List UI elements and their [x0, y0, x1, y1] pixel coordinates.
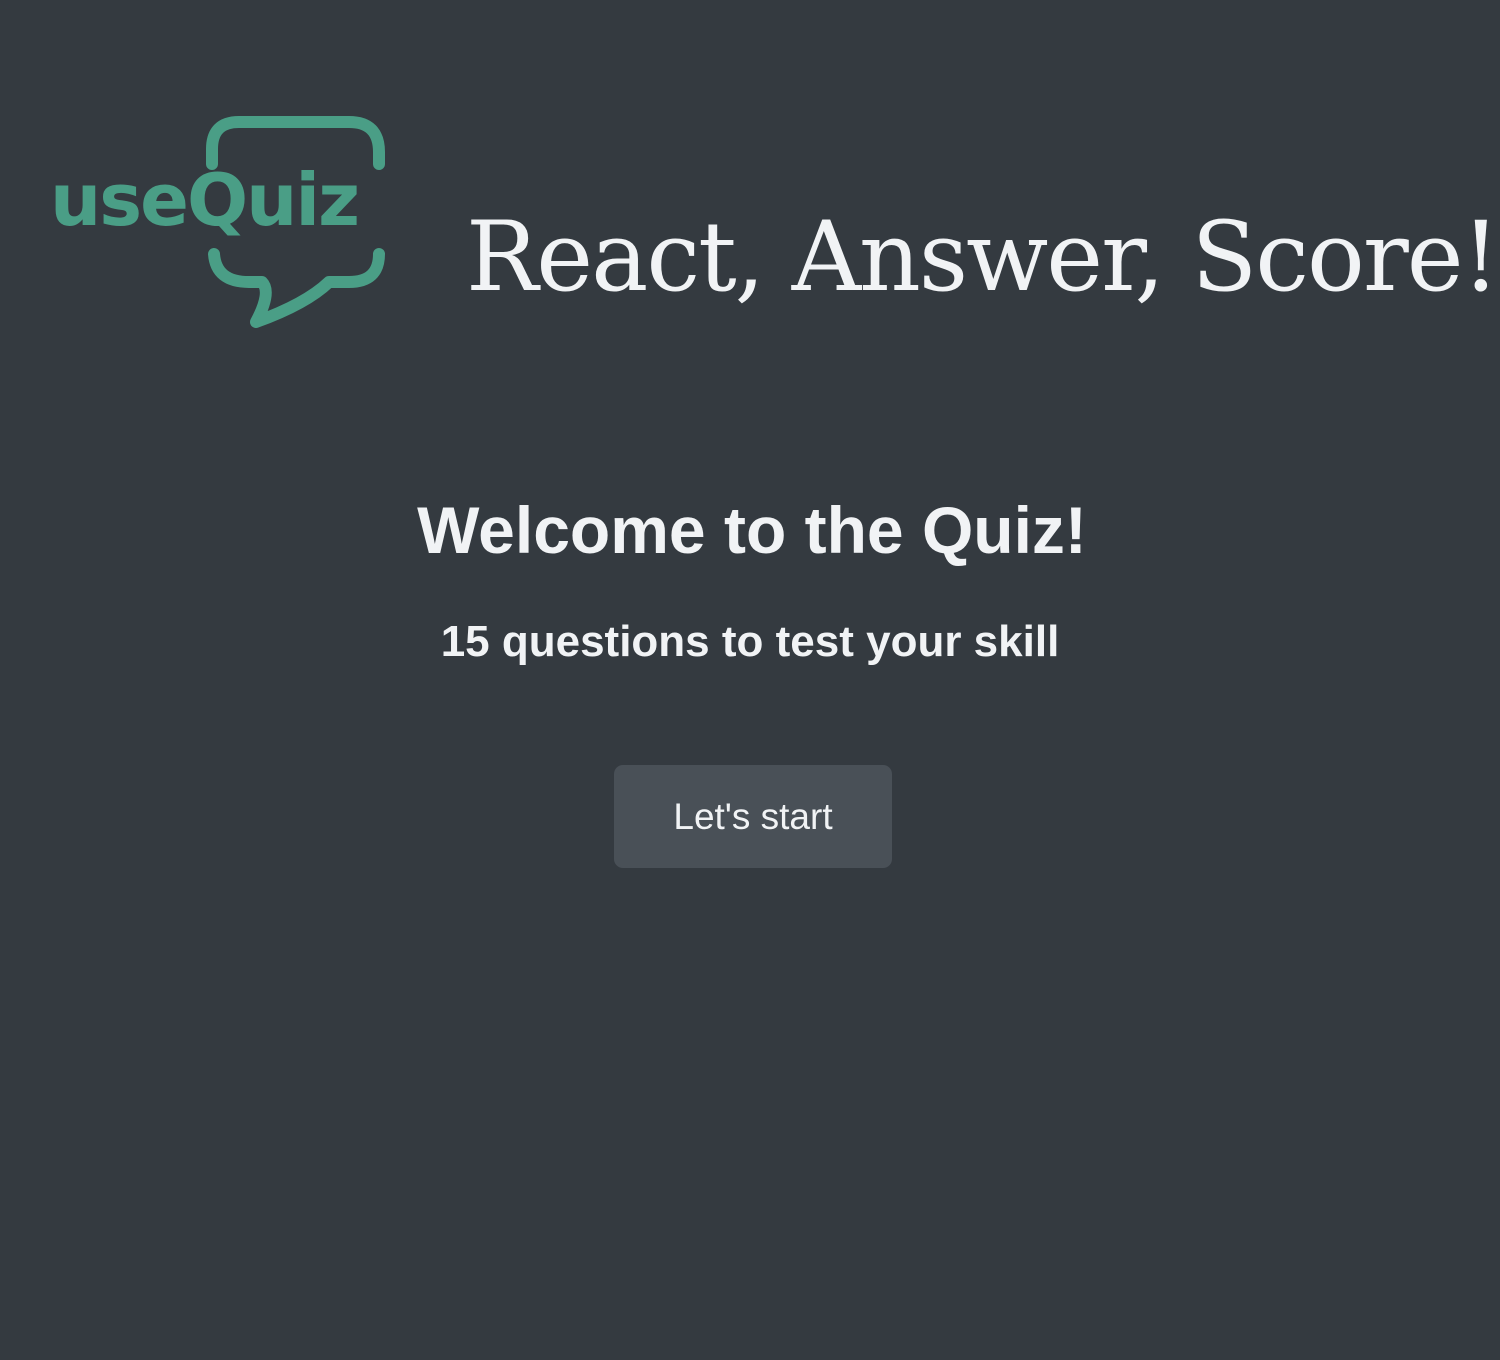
logo: useQuiz — [44, 112, 394, 328]
start-screen: Welcome to the Quiz! 15 questions to tes… — [0, 480, 1500, 868]
logo-text: useQuiz — [50, 158, 360, 242]
tagline: React, Answer, Score! — [466, 201, 1500, 314]
app: useQuiz React, Answer, Score! Welcome to… — [0, 0, 1500, 1360]
welcome-heading: Welcome to the Quiz! — [417, 493, 1087, 567]
app-header: useQuiz React, Answer, Score! — [0, 0, 1500, 340]
question-count-subtitle: 15 questions to test your skill — [440, 617, 1060, 666]
start-quiz-button[interactable]: Let's start — [614, 765, 892, 868]
